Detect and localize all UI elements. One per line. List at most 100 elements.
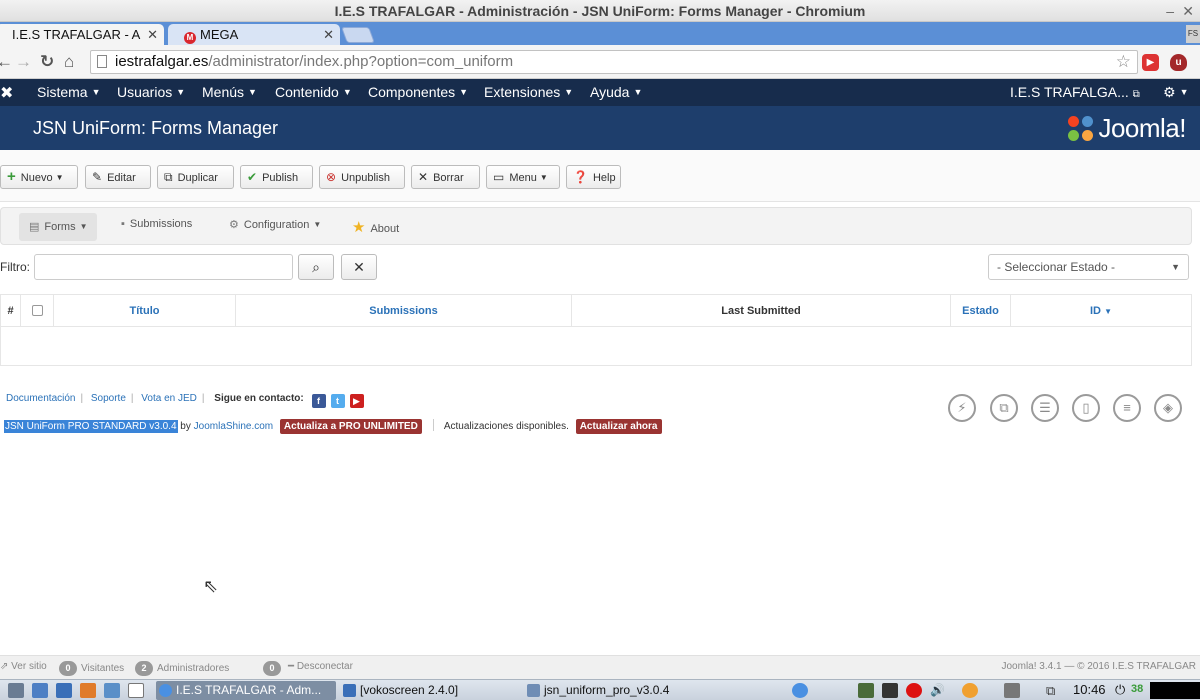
tray-icon[interactable] <box>858 683 874 698</box>
clock: 10:46 <box>1073 682 1106 697</box>
new-tab-button[interactable] <box>341 27 375 43</box>
logout-link[interactable]: ━ Desconectar <box>288 661 353 672</box>
desktop-icon[interactable] <box>32 683 48 698</box>
col-title[interactable]: Título <box>54 295 236 327</box>
app-icon[interactable] <box>104 683 120 698</box>
menu-sistema[interactable]: Sistema ▼ <box>37 84 101 100</box>
fs-badge: FS <box>1186 25 1200 43</box>
select-all-checkbox[interactable] <box>31 305 43 316</box>
col-state[interactable]: Estado <box>951 295 1011 327</box>
minus-icon: ━ <box>288 661 295 672</box>
task-folder[interactable]: jsn_uniform_pro_v3.0.4 <box>524 681 704 700</box>
documentation-link[interactable]: Documentación <box>6 393 75 404</box>
imageshow-icon[interactable]: ◈ <box>1154 394 1182 422</box>
close-window-button[interactable]: ✕ <box>1182 0 1194 22</box>
update-now-button[interactable]: Actualizar ahora <box>575 419 662 434</box>
easyslider-icon[interactable]: ≡ <box>1113 394 1141 422</box>
menu-button[interactable]: ▭ Menu ▼ <box>486 165 560 189</box>
menu-launcher-icon[interactable] <box>8 683 24 698</box>
chromium-tray-icon[interactable] <box>792 683 808 698</box>
joomla-brand: Joomla! <box>1068 113 1186 144</box>
tab-strip: I.E.S TRAFALGAR - A ✕ M MEGA ✕ FS <box>0 22 1200 45</box>
contact-label: Sigue en contacto: <box>214 393 304 404</box>
clear-button[interactable]: ✕ <box>341 254 377 280</box>
window-icon[interactable] <box>128 683 144 698</box>
volume-icon[interactable]: 🔊 <box>930 683 946 698</box>
battery-level: 38 <box>1131 683 1144 695</box>
new-button[interactable]: + Nuevo ▼ <box>0 165 78 189</box>
menu-menus[interactable]: Menús ▼ <box>202 84 257 100</box>
back-arrow-icon[interactable]: ← <box>0 52 13 72</box>
menu-ayuda[interactable]: Ayuda ▼ <box>590 84 642 100</box>
reload-icon[interactable]: ↻ <box>40 52 54 72</box>
search-button[interactable]: ⌕ <box>298 254 334 280</box>
record-icon[interactable] <box>906 683 922 698</box>
task-vokoscreen[interactable]: [vokoscreen 2.4.0] <box>340 681 520 700</box>
twitter-icon[interactable]: t <box>330 394 345 408</box>
vote-jed-link[interactable]: Vota en JED <box>141 393 197 404</box>
uniform-icon[interactable]: ☰ <box>1031 394 1059 422</box>
sort-caret-icon: ▼ <box>1104 307 1112 316</box>
status-bar: ⇗ Ver sitio 0 Visitantes 2 Administradores… <box>0 655 1200 679</box>
facebook-icon[interactable]: f <box>311 394 326 408</box>
forms-table: # Título Submissions Last Submitted Esta… <box>0 294 1192 366</box>
state-select[interactable]: - Seleccionar Estado - ▼ <box>988 254 1189 280</box>
publish-button[interactable]: ✔ Publish <box>240 165 313 189</box>
firefox-icon[interactable] <box>80 683 96 698</box>
update-tray-icon[interactable] <box>962 683 978 698</box>
menu-usuarios[interactable]: Usuarios ▼ <box>117 84 185 100</box>
col-submissions[interactable]: Submissions <box>236 295 572 327</box>
duplicate-button[interactable]: ⧉ Duplicar <box>157 165 234 189</box>
shield-icon[interactable] <box>56 683 72 698</box>
forward-arrow-icon[interactable]: → <box>15 52 32 72</box>
unpublish-button[interactable]: ⊗ Unpublish <box>319 165 405 189</box>
pagebuilder-icon[interactable]: ⧉ <box>990 394 1018 422</box>
site-link[interactable]: I.E.S TRAFALGA... ⧉ <box>1010 84 1140 100</box>
footer-links: Documentación | Soporte | Vota en JED | Sig… <box>6 393 364 408</box>
col-id[interactable]: ID ▼ <box>1011 295 1191 327</box>
network-icon[interactable] <box>1004 683 1020 698</box>
help-button[interactable]: ❓ Help <box>566 165 621 189</box>
subnav-submissions[interactable]: ▪ Submissions <box>121 218 192 230</box>
url-field[interactable]: iestrafalgar.es/administrator/index.php?… <box>90 50 1138 74</box>
url-text: iestrafalgar.es/administrator/index.php?… <box>115 53 514 70</box>
support-link[interactable]: Soporte <box>91 393 126 404</box>
product-version: JSN UniForm PRO STANDARD v3.0.4 <box>4 420 178 433</box>
col-number: # <box>1 295 21 327</box>
subnav-configuration[interactable]: ⚙ Configuration ▼ <box>229 218 321 231</box>
youtube-icon[interactable]: ▶ <box>349 394 364 408</box>
minimize-button[interactable]: – <box>1166 0 1174 22</box>
tab-close-icon[interactable]: ✕ <box>323 24 334 45</box>
power-icon[interactable]: ⏻ <box>1115 682 1125 698</box>
menu-contenido[interactable]: Contenido ▼ <box>275 84 352 100</box>
upgrade-button[interactable]: Actualiza a PRO UNLIMITED <box>279 419 422 434</box>
tab-label: I.E.S TRAFALGAR - A <box>12 27 141 42</box>
view-site-link[interactable]: ⇗ Ver sitio <box>0 661 47 672</box>
windows-icon[interactable]: ⧉ <box>1046 683 1062 698</box>
tab-mega[interactable]: M MEGA ✕ <box>168 24 340 45</box>
help-icon: ❓ <box>573 170 588 184</box>
vendor-link[interactable]: JoomlaShine.com <box>194 421 273 432</box>
home-icon[interactable]: ⌂ <box>64 52 74 72</box>
menu-componentes[interactable]: Componentes ▼ <box>368 84 468 100</box>
task-chromium[interactable]: I.E.S TRAFALGAR - Adm... <box>156 681 336 700</box>
component-subnav: ▤ Forms ▼ ▪ Submissions ⚙ Configuration ▼ ★ Ab… <box>0 207 1192 245</box>
tab-iestrafalgar[interactable]: I.E.S TRAFALGAR - A ✕ <box>0 24 164 45</box>
filter-input[interactable] <box>34 254 293 280</box>
ublock-icon[interactable]: u <box>1170 54 1187 71</box>
bookmark-star-icon[interactable]: ☆ <box>1116 52 1131 72</box>
subnav-about[interactable]: ★ About <box>352 218 399 236</box>
delete-button[interactable]: ✕ Borrar <box>411 165 480 189</box>
gear-icon[interactable]: ⚙ ▼ <box>1163 84 1188 101</box>
extension-icon[interactable]: ▶ <box>1142 54 1159 71</box>
edit-button[interactable]: ✎ Editar <box>85 165 151 189</box>
battery-tray-icon[interactable] <box>882 683 898 698</box>
tab-close-icon[interactable]: ✕ <box>147 24 158 45</box>
joomla-logo-icon[interactable]: ✖ <box>0 83 13 103</box>
copy-icon: ⧉ <box>164 170 173 184</box>
menu-extensiones[interactable]: Extensiones ▼ <box>484 84 573 100</box>
mobilize-icon[interactable]: ▯ <box>1072 394 1100 422</box>
poweradmin-icon[interactable]: ⚡ <box>948 394 976 422</box>
messages-status[interactable]: 0 <box>263 661 285 676</box>
subnav-forms[interactable]: ▤ Forms ▼ <box>19 213 97 241</box>
